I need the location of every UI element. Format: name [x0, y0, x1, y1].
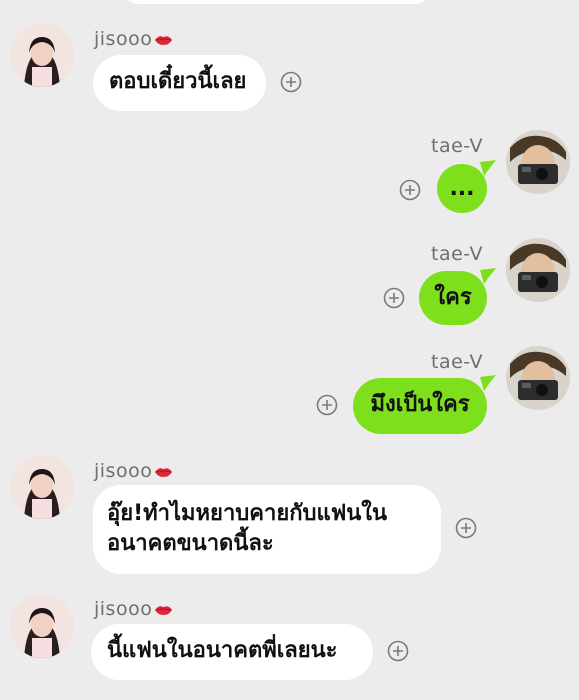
sender-name: jisooo [94, 600, 173, 619]
avatar-jisooo[interactable] [10, 23, 74, 87]
plus-circle-icon[interactable] [316, 394, 338, 416]
chat-thread: jisooo ตอบเดี๋ยวนี้เลย tae-V ... tae-V ใ… [0, 0, 579, 700]
message-bubble[interactable]: อุ๊ย!ทำไมหยาบคายกับแฟนใน อนาคตขนาดนี้ละ [93, 485, 441, 574]
message-bubble[interactable]: ใคร [419, 271, 487, 325]
plus-circle-icon[interactable] [383, 287, 405, 309]
message-bubble-previous[interactable] [122, 0, 432, 4]
sender-name: jisooo [94, 30, 173, 49]
plus-circle-icon[interactable] [399, 179, 421, 201]
avatar-tae-v[interactable] [506, 130, 570, 194]
bubble-tail [480, 268, 496, 284]
message-bubble[interactable]: มึงเป็นใคร [353, 378, 487, 434]
plus-circle-icon[interactable] [387, 640, 409, 662]
message-line: อุ๊ย!ทำไมหยาบคายกับแฟนใน [107, 501, 388, 526]
avatar-jisooo[interactable] [10, 455, 74, 519]
message-bubble[interactable]: ตอบเดี๋ยวนี้เลย [93, 55, 266, 111]
avatar-tae-v[interactable] [506, 346, 570, 410]
sender-name: tae-V [431, 243, 484, 265]
avatar-jisooo[interactable] [10, 594, 74, 658]
message-line: อนาคตขนาดนี้ละ [107, 530, 274, 556]
lips-icon [155, 35, 173, 45]
lips-icon [155, 605, 173, 615]
bubble-tail [480, 375, 496, 391]
sender-name: tae-V [431, 135, 484, 157]
bubble-tail [480, 160, 496, 176]
lips-icon [155, 467, 173, 477]
avatar-tae-v[interactable] [506, 238, 570, 302]
plus-circle-icon[interactable] [280, 71, 302, 93]
sender-name: jisooo [94, 462, 173, 481]
message-bubble[interactable]: นี้แฟนในอนาคตพี่เลยนะ [91, 624, 373, 680]
sender-name: tae-V [431, 351, 484, 373]
plus-circle-icon[interactable] [455, 517, 477, 539]
